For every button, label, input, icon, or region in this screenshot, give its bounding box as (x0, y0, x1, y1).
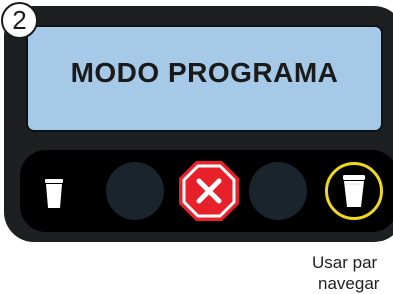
instruction-line-2: navegar (318, 274, 380, 293)
small-cup-icon (45, 179, 63, 208)
control-panel: MODO PROGRAMA (4, 6, 393, 242)
small-cup-button[interactable] (42, 176, 66, 210)
cancel-button[interactable] (177, 159, 241, 223)
step-number-badge: 2 (1, 2, 38, 39)
round-button-right[interactable] (249, 162, 307, 220)
figure: MODO PROGRAMA 2 Usar par navegar (0, 0, 393, 294)
button-panel (20, 150, 393, 232)
display-screen: MODO PROGRAMA (26, 25, 383, 132)
round-button-left[interactable] (106, 162, 164, 220)
cancel-x-icon (179, 161, 239, 221)
instruction-text: Usar par navegar (312, 252, 393, 294)
screen-title: MODO PROGRAMA (70, 57, 339, 88)
instruction-line-1: Usar par (312, 253, 378, 272)
large-cup-button[interactable] (325, 162, 383, 220)
large-cup-icon (343, 175, 365, 207)
